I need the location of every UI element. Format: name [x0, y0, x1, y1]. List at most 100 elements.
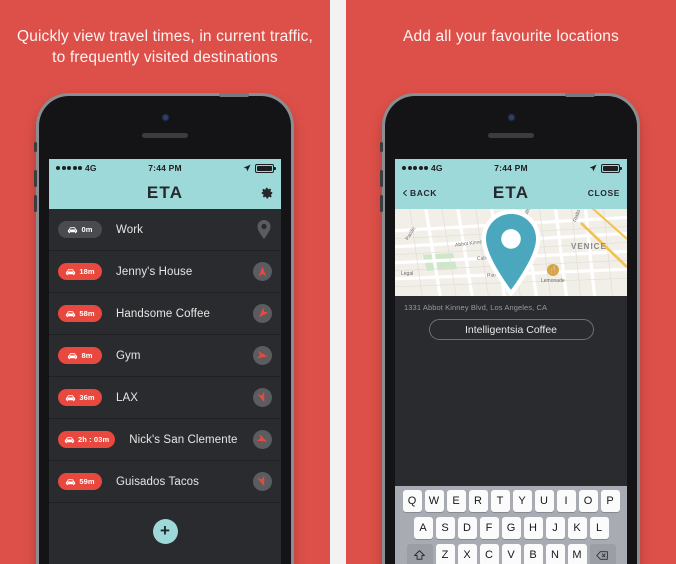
- direction-indicator[interactable]: [253, 430, 272, 449]
- backspace-key[interactable]: [589, 544, 616, 564]
- virtual-keyboard: Q W E R T Y U I O P A S D F G H J K L Z …: [395, 486, 627, 564]
- battery-icon: [255, 163, 276, 173]
- eta-time: 18m: [79, 267, 95, 276]
- key-z[interactable]: Z: [435, 544, 455, 564]
- arrow-icon: [258, 266, 267, 277]
- car-icon: [66, 394, 76, 401]
- eta-badge: 18m: [58, 263, 102, 280]
- back-label: BACK: [410, 188, 437, 198]
- key-a[interactable]: A: [413, 517, 433, 539]
- phone-screen-left: 4G 7:44 PM ETA 0m Work 18m Jenny's House…: [49, 159, 281, 564]
- close-button[interactable]: CLOSE: [588, 188, 620, 198]
- earpiece-speaker: [142, 133, 188, 138]
- location-name-input[interactable]: [428, 319, 594, 340]
- keyboard-row-2: A S D F G H J K L: [397, 517, 625, 539]
- eta-badge: 59m: [58, 473, 102, 490]
- key-t[interactable]: T: [490, 490, 510, 512]
- address-label: 1331 Abbot Kinney Blvd, Los Angeles, CA: [395, 296, 627, 317]
- status-right-group: [243, 163, 276, 173]
- key-p[interactable]: P: [600, 490, 620, 512]
- phone-mockup-right: 4G 7:44 PM BACK ETA CLOSE Abbot Kinney B…: [380, 93, 637, 564]
- list-item[interactable]: 58m Handsome Coffee: [49, 293, 281, 335]
- volume-down-button[interactable]: [380, 195, 383, 212]
- key-c[interactable]: C: [479, 544, 499, 564]
- restaurant-icon: 🍴: [547, 264, 559, 276]
- key-q[interactable]: Q: [402, 490, 422, 512]
- key-k[interactable]: K: [567, 517, 587, 539]
- list-item[interactable]: 8m Gym: [49, 335, 281, 377]
- eta-time: 8m: [81, 351, 93, 360]
- list-item[interactable]: 59m Guisados Tacos: [49, 461, 281, 503]
- key-g[interactable]: G: [501, 517, 521, 539]
- volume-up-button[interactable]: [380, 170, 383, 187]
- key-h[interactable]: H: [523, 517, 543, 539]
- silent-switch[interactable]: [34, 142, 37, 152]
- list-item[interactable]: 0m Work: [49, 209, 281, 251]
- key-f[interactable]: F: [479, 517, 499, 539]
- panel-caption-left: Quickly view travel times, in current tr…: [16, 28, 314, 66]
- key-x[interactable]: X: [457, 544, 477, 564]
- list-item[interactable]: 36m LAX: [49, 377, 281, 419]
- eta-time: 59m: [79, 477, 95, 486]
- car-icon: [66, 310, 76, 317]
- add-row-area: +: [49, 503, 281, 559]
- location-map[interactable]: Abbot Kinney Blvd Cabrillo Ave Rialto Av…: [395, 209, 627, 296]
- gear-icon[interactable]: [260, 186, 274, 200]
- eta-badge: 0m: [58, 221, 102, 238]
- key-s[interactable]: S: [435, 517, 455, 539]
- list-item[interactable]: 2h : 03m Nick's San Clemente: [49, 419, 281, 461]
- status-bar-right: 4G 7:44 PM: [395, 159, 627, 177]
- eta-badge: 2h : 03m: [58, 431, 116, 448]
- direction-indicator[interactable]: [253, 262, 272, 281]
- phone-mockup-left: 4G 7:44 PM ETA 0m Work 18m Jenny's House…: [34, 93, 291, 564]
- arrow-icon: [256, 351, 268, 359]
- add-destination-button[interactable]: +: [152, 518, 178, 544]
- key-o[interactable]: O: [578, 490, 598, 512]
- nav-bar-right: BACK ETA CLOSE: [395, 177, 627, 209]
- status-bar-left: 4G 7:44 PM: [49, 159, 281, 177]
- back-button[interactable]: BACK: [402, 188, 437, 198]
- destination-label: Work: [116, 223, 144, 236]
- car-icon: [68, 226, 78, 233]
- eta-badge: 8m: [58, 347, 102, 364]
- status-right-group: [589, 163, 622, 173]
- app-root: Quickly view travel times, in current tr…: [0, 0, 676, 564]
- key-l[interactable]: L: [589, 517, 609, 539]
- key-j[interactable]: J: [545, 517, 565, 539]
- key-i[interactable]: I: [556, 490, 576, 512]
- direction-indicator[interactable]: [253, 304, 272, 323]
- direction-indicator[interactable]: [253, 472, 272, 491]
- destination-list: 0m Work 18m Jenny's House 58m Handsome C…: [49, 209, 281, 503]
- key-w[interactable]: W: [424, 490, 444, 512]
- key-v[interactable]: V: [501, 544, 521, 564]
- destination-label: Gym: [116, 349, 141, 362]
- direction-indicator[interactable]: [253, 346, 272, 365]
- key-y[interactable]: Y: [512, 490, 532, 512]
- direction-indicator[interactable]: [253, 388, 272, 407]
- shift-icon: [414, 549, 425, 560]
- volume-up-button[interactable]: [34, 170, 37, 187]
- promo-panel-right: Add all your favourite locations 4G 7:44…: [346, 0, 676, 564]
- eta-time: 2h : 03m: [78, 435, 110, 444]
- car-icon: [64, 436, 75, 443]
- key-m[interactable]: M: [567, 544, 587, 564]
- key-r[interactable]: R: [468, 490, 488, 512]
- destination-label: Nick's San Clemente: [129, 433, 238, 446]
- car-icon: [68, 352, 78, 359]
- pin-icon[interactable]: [256, 220, 272, 239]
- map-pin-icon[interactable]: [395, 209, 627, 296]
- shift-key[interactable]: [406, 544, 433, 564]
- key-e[interactable]: E: [446, 490, 466, 512]
- front-camera-icon: [508, 115, 514, 120]
- key-n[interactable]: N: [545, 544, 565, 564]
- key-u[interactable]: U: [534, 490, 554, 512]
- phone-screen-right: 4G 7:44 PM BACK ETA CLOSE Abbot Kinney B…: [395, 159, 627, 564]
- eta-badge: 58m: [58, 305, 102, 322]
- list-item[interactable]: 18m Jenny's House: [49, 251, 281, 293]
- arrow-icon: [258, 307, 269, 318]
- key-b[interactable]: B: [523, 544, 543, 564]
- silent-switch[interactable]: [380, 142, 383, 152]
- key-d[interactable]: D: [457, 517, 477, 539]
- volume-down-button[interactable]: [34, 195, 37, 212]
- front-camera-icon: [162, 115, 168, 120]
